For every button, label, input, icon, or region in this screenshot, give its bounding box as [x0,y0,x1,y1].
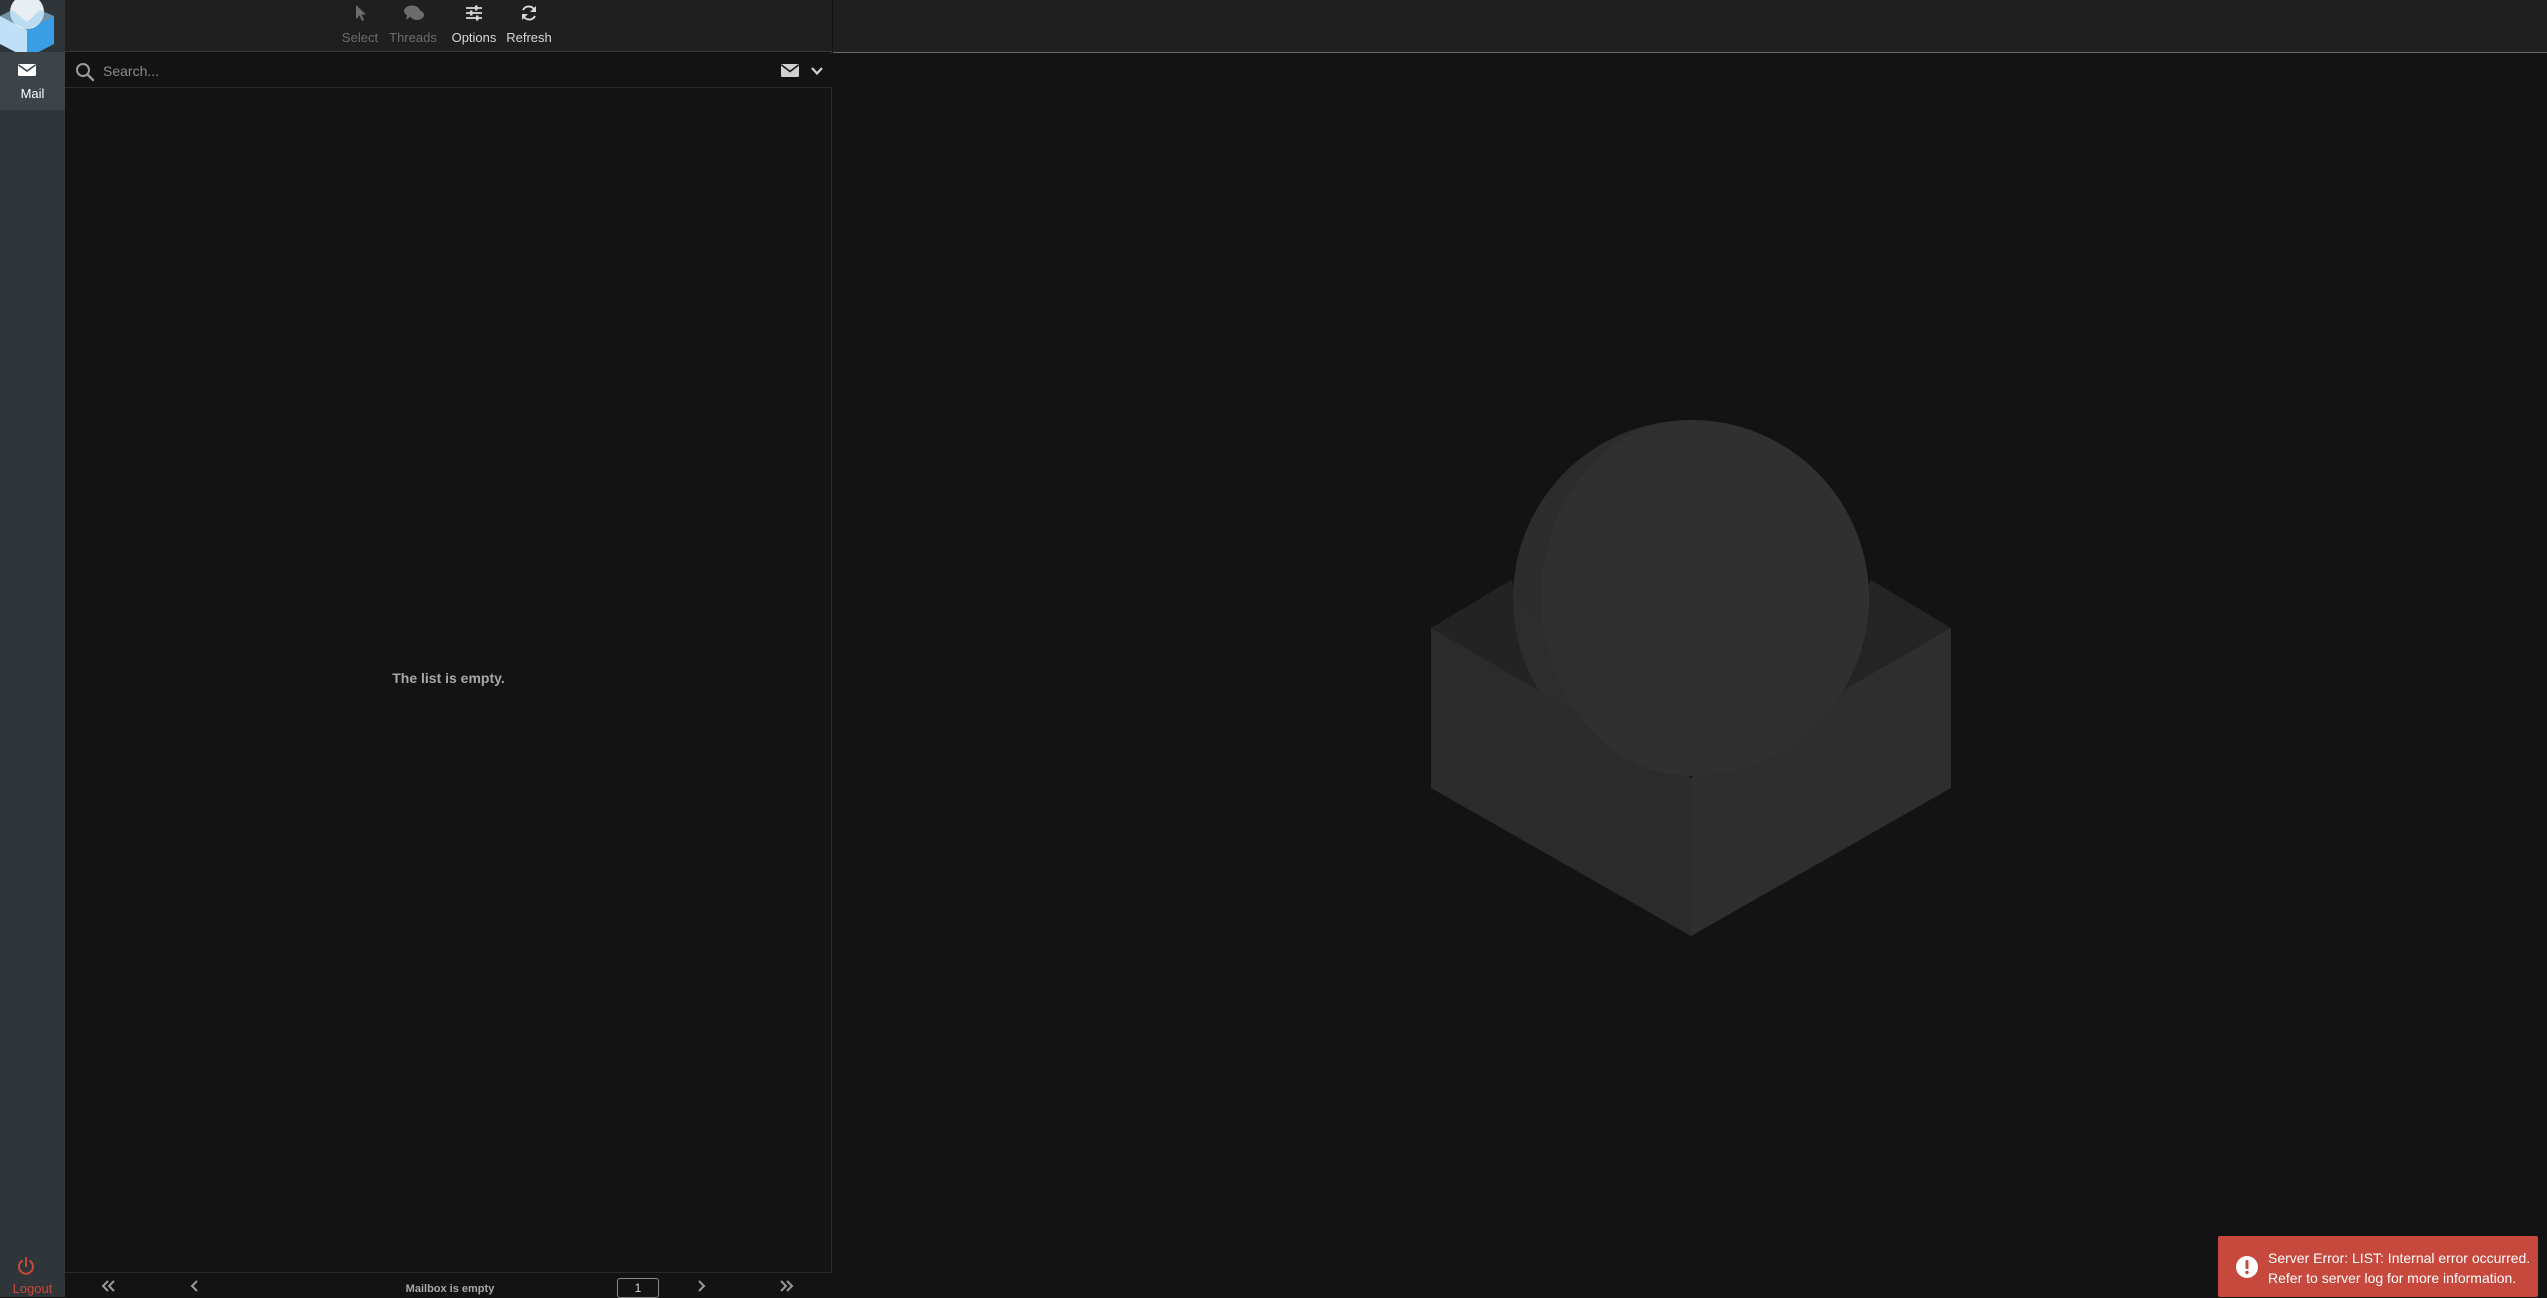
nav-mail[interactable]: Mail [0,52,65,110]
select-button[interactable]: Select [337,0,383,50]
previous-page-icon[interactable] [189,1279,201,1298]
next-page-icon[interactable] [695,1279,707,1298]
first-page-icon[interactable] [101,1279,117,1298]
refresh-button[interactable]: Refresh [503,0,555,50]
roundcube-logo [0,0,65,52]
exclamation-circle-icon [2235,1255,2259,1284]
logout-label: Logout [12,1281,53,1296]
error-toast-line2: Refer to server log for more information… [2268,1270,2517,1286]
list-pager: Mailbox is empty [65,1272,832,1298]
power-icon [16,1256,36,1281]
threads-icon [403,3,425,26]
search-icon[interactable] [75,62,95,87]
error-toast-line1: Server Error: LIST: Internal error occur… [2268,1250,2531,1266]
refresh-label: Refresh [506,30,552,45]
chevron-down-icon[interactable] [810,64,824,83]
roundcube-watermark-logo [1431,418,1951,943]
page-number-input[interactable] [617,1278,659,1298]
envelope-icon [17,62,37,83]
nav-mail-label: Mail [20,86,45,101]
options-button[interactable]: Options [449,0,499,50]
refresh-icon [519,3,539,26]
search-bar [65,54,832,88]
threads-button[interactable]: Threads [387,0,439,50]
search-input[interactable] [101,59,781,83]
error-toast[interactable]: Server Error: LIST: Internal error occur… [2218,1236,2538,1297]
select-label: Select [341,30,379,45]
error-toast-message: Server Error: LIST: Internal error occur… [2268,1248,2533,1288]
taskmenu: Mail Logout [0,0,65,1297]
pager-status: Mailbox is empty [405,1283,495,1295]
last-page-icon[interactable] [778,1279,794,1298]
content-toolbar [833,0,2547,53]
content-column [833,0,2547,1297]
sliders-icon [464,3,484,26]
logout-button[interactable]: Logout [0,1250,65,1297]
list-toolbar: Select Threads Options Refresh [65,0,832,52]
empty-list-message: The list is empty. [392,670,505,686]
options-label: Options [451,30,497,45]
message-list-column: Select Threads Options Refresh Search...… [65,0,832,1298]
threads-label: Threads [389,30,437,45]
search-scope-envelope-icon[interactable] [780,63,800,84]
pointer-icon [350,3,370,26]
